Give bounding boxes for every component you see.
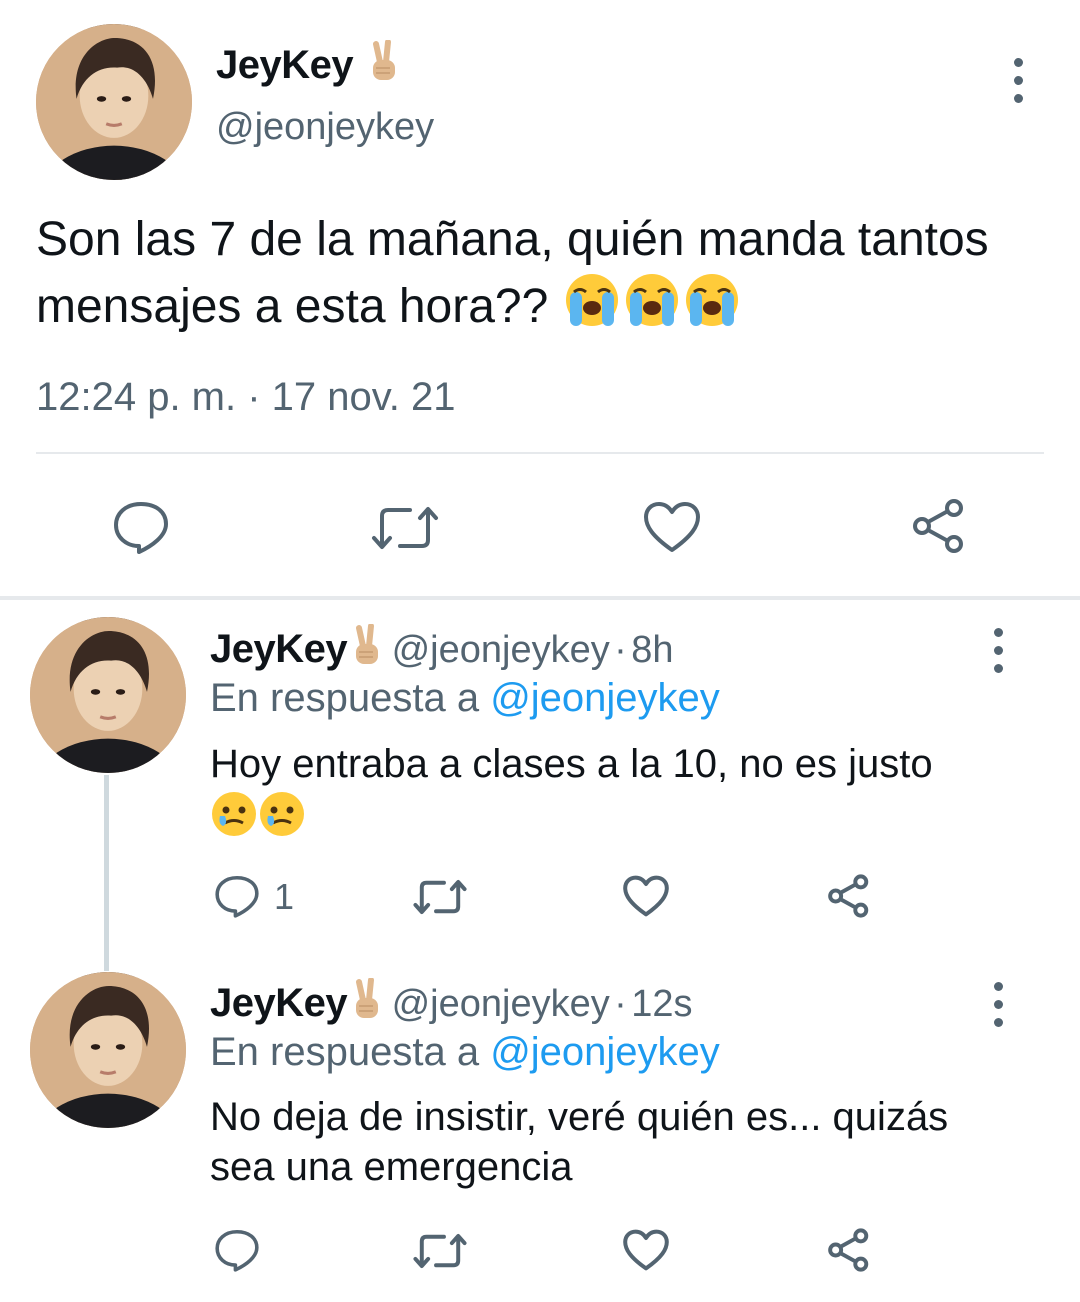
separator: ·: [614, 983, 627, 1025]
timestamp[interactable]: 12:24 p. m. · 17 nov. 21: [36, 375, 456, 420]
loudly-crying-face-emoji: [622, 272, 682, 345]
relative-time[interactable]: 8h: [631, 629, 673, 671]
mention-link[interactable]: @jeonjeykey: [490, 1030, 720, 1074]
reply-icon[interactable]: [112, 500, 170, 554]
like-icon[interactable]: [622, 1228, 670, 1272]
share-icon[interactable]: [910, 498, 968, 554]
handle[interactable]: @jeonjeykey: [392, 629, 610, 671]
reply-header: JeyKey @jeonjeykey · 12s: [210, 977, 693, 1027]
loudly-crying-face-emoji: [682, 272, 742, 345]
retweet-icon[interactable]: [412, 878, 468, 916]
reply-count: 1: [274, 876, 295, 917]
handle[interactable]: @jeonjeykey: [392, 983, 610, 1025]
like-icon[interactable]: [642, 500, 702, 554]
avatar[interactable]: [36, 24, 192, 180]
retweet-icon[interactable]: [370, 504, 440, 552]
thread-line: [104, 775, 109, 971]
display-name[interactable]: JeyKey: [216, 39, 404, 94]
avatar[interactable]: [30, 617, 186, 773]
reply-header: JeyKey @jeonjeykey · 8h: [210, 623, 674, 673]
face-holding-back-tears-emoji: [210, 790, 258, 851]
like-icon[interactable]: [622, 874, 670, 918]
display-name[interactable]: JeyKey: [210, 981, 348, 1025]
retweet-icon[interactable]: [412, 1232, 468, 1270]
relative-time[interactable]: 12s: [631, 983, 692, 1025]
section-divider: [0, 596, 1080, 600]
victory-hand-emoji: [347, 977, 387, 1027]
divider: [36, 452, 1044, 454]
avatar[interactable]: [30, 972, 186, 1128]
mention-link[interactable]: @jeonjeykey: [490, 676, 720, 720]
display-name[interactable]: JeyKey: [210, 627, 348, 671]
reply-context: En respuesta a @jeonjeykey: [210, 676, 720, 720]
victory-hand-emoji: [364, 39, 404, 94]
victory-hand-emoji: [347, 623, 387, 673]
reply-icon[interactable]: [214, 874, 260, 918]
more-options-icon[interactable]: [1010, 58, 1026, 103]
more-options-icon[interactable]: [990, 982, 1006, 1027]
face-holding-back-tears-emoji: [258, 790, 306, 851]
reply-icon[interactable]: [214, 1228, 260, 1272]
reply-text: No deja de insistir, veré quién es... qu…: [210, 1095, 949, 1189]
separator: ·: [614, 629, 627, 671]
reply-context: En respuesta a @jeonjeykey: [210, 1030, 720, 1074]
more-options-icon[interactable]: [990, 628, 1006, 673]
loudly-crying-face-emoji: [562, 272, 622, 345]
reply-text: Hoy entraba a clases a la 10, no es just…: [210, 738, 1010, 851]
share-icon[interactable]: [826, 1228, 872, 1272]
handle[interactable]: @jeonjeykey: [216, 106, 434, 149]
tweet-text: Son las 7 de la mañana, quién manda tant…: [36, 208, 1046, 345]
share-icon[interactable]: [826, 874, 872, 918]
